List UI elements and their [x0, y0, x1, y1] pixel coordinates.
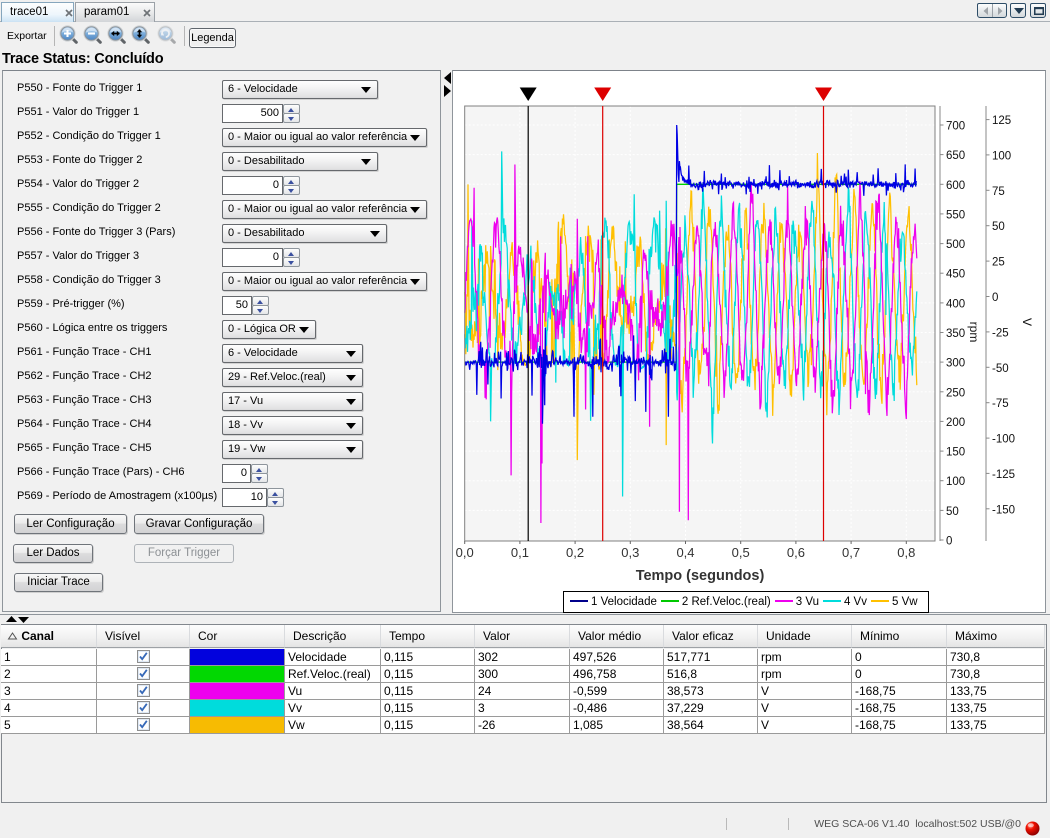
svg-text:0,7: 0,7 — [842, 545, 860, 560]
svg-text:Tempo (segundos): Tempo (segundos) — [636, 568, 765, 584]
svg-text:300: 300 — [946, 358, 965, 370]
svg-text:0,2: 0,2 — [566, 545, 584, 560]
svg-text:500: 500 — [946, 239, 965, 251]
svg-text:0,3: 0,3 — [621, 545, 639, 560]
svg-text:0: 0 — [946, 536, 952, 548]
svg-text:-75: -75 — [992, 398, 1009, 410]
svg-text:350: 350 — [946, 328, 965, 340]
svg-text:400: 400 — [946, 298, 965, 310]
svg-text:0,8: 0,8 — [897, 545, 915, 560]
svg-text:550: 550 — [946, 209, 965, 221]
svg-text:150: 150 — [946, 447, 965, 459]
svg-text:0: 0 — [992, 292, 998, 304]
svg-text:700: 700 — [946, 121, 965, 133]
svg-text:0,5: 0,5 — [732, 545, 750, 560]
svg-text:75: 75 — [992, 186, 1005, 198]
svg-text:-100: -100 — [992, 434, 1015, 446]
svg-text:0,1: 0,1 — [511, 545, 529, 560]
svg-text:0,4: 0,4 — [676, 545, 694, 560]
svg-text:25: 25 — [992, 257, 1005, 269]
svg-text:-25: -25 — [992, 327, 1009, 339]
svg-text:50: 50 — [992, 221, 1005, 233]
svg-text:200: 200 — [946, 417, 965, 429]
svg-text:rpm: rpm — [967, 322, 981, 343]
svg-text:-50: -50 — [992, 363, 1009, 375]
svg-text:-150: -150 — [992, 504, 1015, 516]
svg-text:50: 50 — [946, 506, 959, 518]
svg-text:0,0: 0,0 — [456, 545, 474, 560]
svg-text:100: 100 — [992, 150, 1011, 162]
svg-text:V: V — [1020, 318, 1034, 326]
svg-text:650: 650 — [946, 150, 965, 162]
svg-text:-125: -125 — [992, 469, 1015, 481]
svg-text:0,6: 0,6 — [787, 545, 805, 560]
svg-text:450: 450 — [946, 269, 965, 281]
svg-text:250: 250 — [946, 387, 965, 399]
svg-text:125: 125 — [992, 115, 1011, 127]
svg-text:100: 100 — [946, 476, 965, 488]
svg-text:600: 600 — [946, 180, 965, 192]
